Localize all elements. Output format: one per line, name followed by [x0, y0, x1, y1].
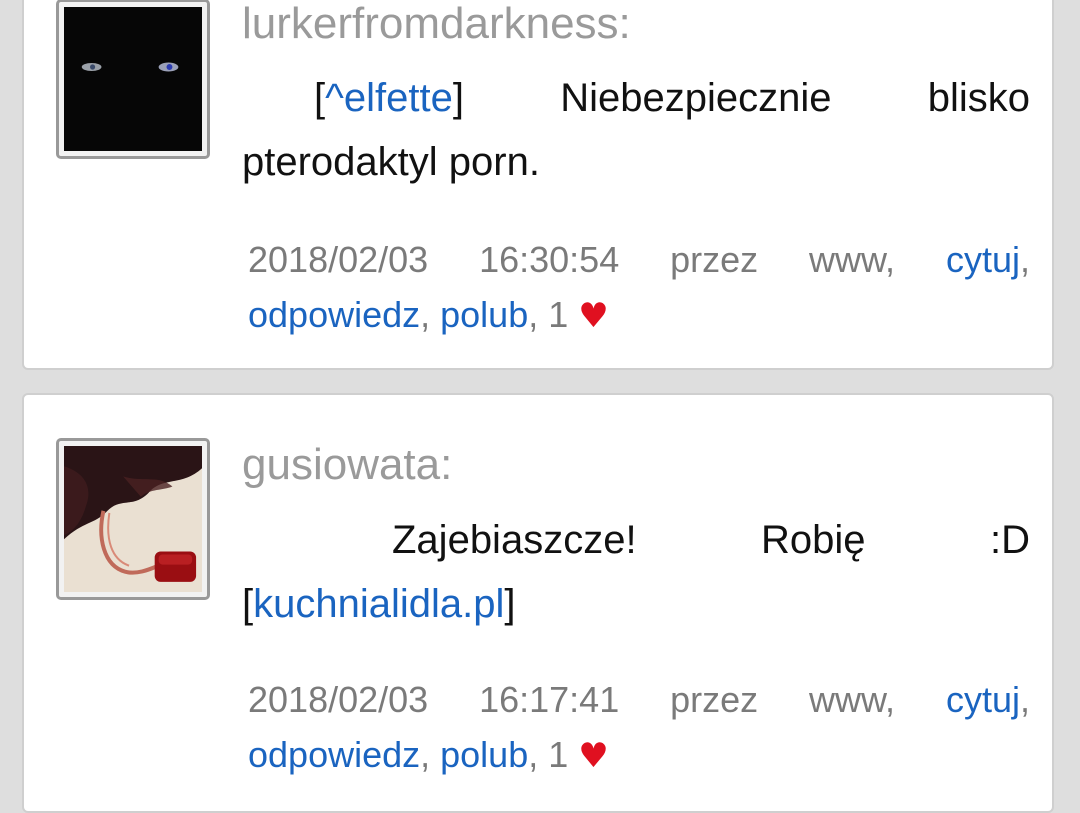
comment-time: 16:17:41 [479, 679, 620, 720]
like-count: 1 [548, 734, 569, 775]
comment-author[interactable]: lurkerfromdarkness: [242, 2, 631, 46]
link-bracket-close: ] [504, 582, 516, 626]
comment-body: Zajebiaszcze! Robię :D [392, 518, 1030, 562]
quote-link[interactable]: cytuj [946, 239, 1020, 280]
like-count: 1 [548, 294, 569, 335]
heart-icon: ♥ [578, 296, 609, 336]
user-avatar[interactable] [56, 438, 210, 600]
mention-bracket-open: [ [314, 76, 326, 120]
comment-source: przez www, [670, 679, 896, 720]
dark-eyes-avatar-icon [64, 7, 202, 151]
comment-text: Zajebiaszcze! Robię :D [kuchnialidla.pl] [242, 508, 1030, 636]
reply-link[interactable]: odpowiedz [248, 294, 420, 335]
mention-bracket-close: ] [452, 76, 464, 120]
like-link[interactable]: polub [440, 294, 528, 335]
hair-necklace-avatar-icon [64, 446, 202, 592]
link-bracket-open: [ [242, 582, 254, 626]
comment-source: przez www, [670, 239, 896, 280]
comment-meta: 2018/02/03 16:30:54 przez www, cytuj, od… [248, 239, 1030, 336]
like-link[interactable]: polub [440, 734, 528, 775]
comment-text: [^elfette] Niebezpiecznie blisko pteroda… [242, 66, 1030, 194]
comment-card: lurkerfromdarkness: [^elfette] Niebezpie… [22, 0, 1054, 370]
comment-date: 2018/02/03 [248, 679, 429, 720]
reply-link[interactable]: odpowiedz [248, 734, 420, 775]
comment-meta: 2018/02/03 16:17:41 przez www, cytuj, od… [248, 679, 1030, 776]
comment-card: gusiowata: Zajebiaszcze! Robię :D [kuchn… [22, 393, 1054, 813]
comment-author[interactable]: gusiowata: [242, 443, 452, 487]
user-avatar[interactable] [56, 0, 210, 159]
mention-link[interactable]: ^elfette [325, 76, 453, 120]
quote-link[interactable]: cytuj [946, 679, 1020, 720]
comment-time: 16:30:54 [479, 239, 620, 280]
heart-icon: ♥ [578, 736, 609, 776]
external-link[interactable]: kuchnialidla.pl [253, 582, 504, 626]
comment-date: 2018/02/03 [248, 239, 429, 280]
